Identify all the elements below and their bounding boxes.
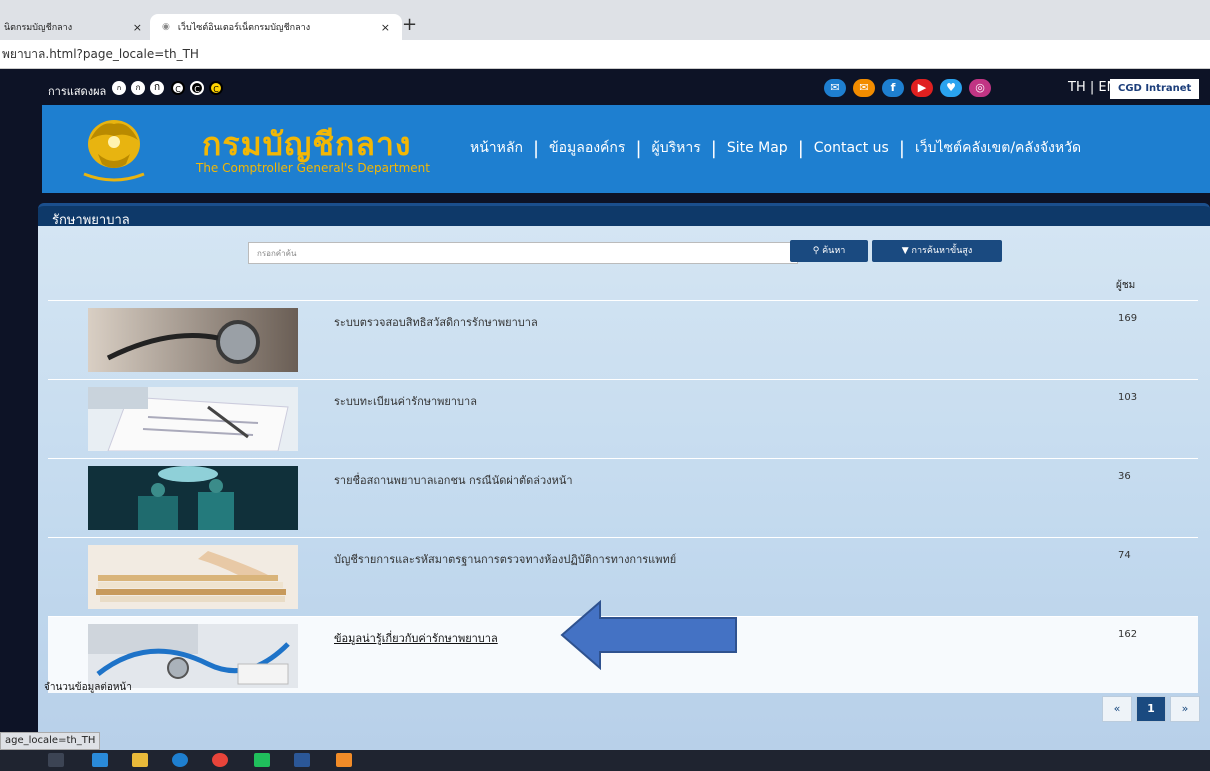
search-icon: ⚲ [812,246,823,256]
contrast-yellow-button[interactable]: C [209,81,223,95]
word-icon[interactable] [294,753,310,767]
nav-organization[interactable]: ข้อมูลองค์กร [549,137,625,159]
search-button[interactable]: ⚲ ค้นหา [790,240,868,262]
nav-separator: | [898,137,905,159]
nav-executives[interactable]: ผู้บริหาร [652,137,701,159]
instagram-icon[interactable]: ◎ [969,79,991,97]
font-size-small-button[interactable]: ก [112,81,126,95]
twitter-icon[interactable]: ♥ [940,79,962,97]
nav-separator: | [532,137,540,159]
per-page-label: จำนวนข้อมูลต่อหน้า [44,682,132,693]
youtube-icon[interactable]: ▶ [911,79,933,97]
contrast-dark-button[interactable]: C [190,81,204,95]
list-item[interactable]: ระบบตรวจสอบสิทธิสวัสดิการรักษาพยาบาล 169 [48,300,1198,379]
pagination-prev-button[interactable]: « [1102,696,1132,722]
search-input[interactable]: กรอกคำค้น [248,242,798,264]
list-item-views: 162 [1118,629,1138,640]
brand-title-english: The Comptroller General's Department [196,161,430,175]
browser-tab-1[interactable]: นิตกรมบัญชีกลาง × [0,14,154,40]
list-item-title[interactable]: ระบบตรวจสอบสิทธิสวัสดิการรักษาพยาบาล [334,313,538,331]
browser-tab-strip: นิตกรมบัญชีกลาง × ◉ เว็บไซต์อินเตอร์เน็ต… [0,0,1210,40]
status-bar: age_locale=th_TH [0,732,101,750]
tab-title: นิตกรมบัญชีกลาง [4,23,73,33]
views-column-header: ผู้ชม [1116,280,1136,291]
stethoscope-keyboard-thumbnail[interactable] [88,624,298,688]
nav-home[interactable]: หน้าหลัก [470,137,523,159]
utility-bar: การแสดงผล ก ก ก C C C ✉ ✉ f ▶ ♥ ◎ TH | E… [0,69,1210,109]
search-button-label: ค้นหา [822,246,846,256]
nav-separator: | [797,137,804,159]
nav-separator: | [635,137,642,159]
internet-explorer-icon[interactable] [172,753,188,767]
nav-site-map[interactable]: Site Map [727,140,788,156]
stethoscope-thumbnail[interactable] [88,308,298,372]
facebook-icon[interactable]: f [882,79,904,97]
site-header: กรมบัญชีกลาง The Comptroller General's D… [42,105,1210,193]
writing-form-thumbnail[interactable] [88,387,298,451]
content-panel: กรอกคำค้น ⚲ ค้นหา ▼ การค้นหาขั้นสูง ผู้ช… [38,226,1210,750]
globe-icon: ◉ [162,22,170,32]
address-bar[interactable]: พยาบาล.html?page_locale=th_TH [0,40,1210,69]
close-icon[interactable]: × [381,21,390,34]
new-tab-button[interactable]: + [402,14,417,35]
main-nav: หน้าหลัก | ข้อมูลองค์กร | ผู้บริหาร | Si… [470,137,1081,159]
list-item-views: 36 [1118,471,1131,482]
browser-tab-2[interactable]: ◉ เว็บไซต์อินเตอร์เน็ตกรมบัญชีกลาง × [150,14,402,40]
list-item-title[interactable]: ระบบทะเบียนค่ารักษาพยาบาล [334,392,477,410]
annotation-arrow [560,600,737,670]
pagination: « 1 » [1098,696,1200,722]
pagination-next-button[interactable]: » [1170,696,1200,722]
section-header: รักษาพยาบาล [38,203,1210,228]
pagination-page-button[interactable]: 1 [1136,696,1166,722]
list-item[interactable]: ระบบทะเบียนค่ารักษาพยาบาล 103 [48,379,1198,458]
advanced-search-label: การค้นหาขั้นสูง [911,246,973,256]
os-taskbar [0,750,1210,771]
line-icon[interactable] [254,753,270,767]
filter-icon: ▼ [901,246,912,256]
task-view-icon[interactable] [48,753,64,767]
font-size-medium-button[interactable]: ก [131,81,145,95]
operating-room-thumbnail[interactable] [88,466,298,530]
email-icon[interactable]: ✉ [853,79,875,97]
list-item-views: 74 [1118,550,1131,561]
list-item-views: 103 [1118,392,1138,403]
mail-app-icon[interactable] [92,753,108,767]
list-item-title[interactable]: ข้อมูลน่ารู้เกี่ยวกับค่ารักษาพยาบาล [334,629,498,647]
contrast-normal-button[interactable]: C [171,81,185,95]
list-item-title[interactable]: บัญชีรายการและรหัสมาตรฐานการตรวจทางห้องป… [334,550,676,568]
mail-icon[interactable]: ✉ [824,79,846,97]
tab-title: เว็บไซต์อินเตอร์เน็ตกรมบัญชีกลาง [177,23,311,33]
display-size-label: การแสดงผล [48,85,107,98]
list-item[interactable]: รายชื่อสถานพยาบาลเอกชน กรณีนัดผ่าตัดล่วง… [48,458,1198,537]
nav-contact-us[interactable]: Contact us [814,140,889,156]
intranet-button[interactable]: CGD Intranet [1110,79,1200,99]
font-size-large-button[interactable]: ก [150,81,164,95]
advanced-search-button[interactable]: ▼ การค้นหาขั้นสูง [872,240,1002,262]
nav-separator: | [710,137,717,159]
nav-regional-treasury[interactable]: เว็บไซต์คลังเขต/คลังจังหวัด [915,137,1081,159]
document-stack-thumbnail[interactable] [88,545,298,609]
close-icon[interactable]: × [133,21,142,34]
chrome-icon[interactable] [212,753,228,767]
garuda-seal-logo[interactable] [76,114,152,184]
pdf-app-icon[interactable] [336,753,352,767]
file-explorer-icon[interactable] [132,753,148,767]
list-item-views: 169 [1118,313,1138,324]
list-item-title[interactable]: รายชื่อสถานพยาบาลเอกชน กรณีนัดผ่าตัดล่วง… [334,471,573,489]
